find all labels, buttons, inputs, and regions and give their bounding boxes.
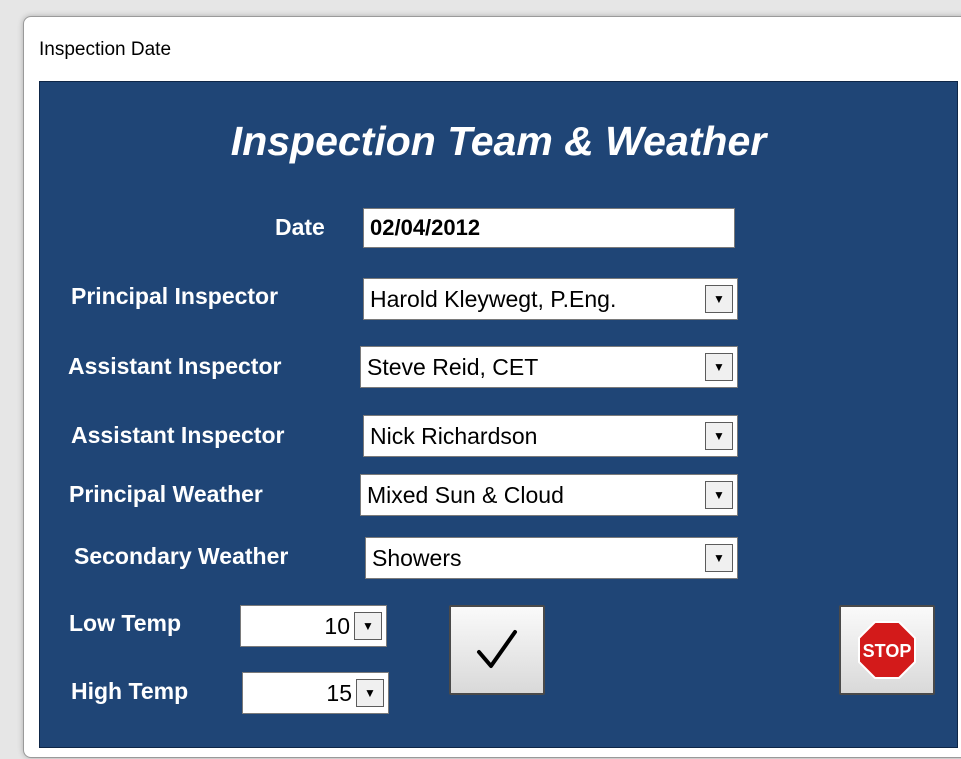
chevron-down-icon[interactable]: ▼ [705,544,733,572]
date-label: Date [275,214,325,240]
checkmark-icon [477,630,517,668]
assistant-inspector-2-label: Assistant Inspector [71,422,285,448]
principal-weather-combo[interactable]: Mixed Sun & Cloud ▼ [360,474,738,516]
assistant-inspector-2-combo[interactable]: Nick Richardson ▼ [363,415,738,457]
stop-sign-text: STOP [863,641,912,661]
principal-inspector-label: Principal Inspector [71,283,279,309]
high-temp-label: High Temp [71,678,189,704]
principal-inspector-combo[interactable]: Harold Kleywegt, P.Eng. ▼ [363,278,738,320]
assistant-inspector-label: Assistant Inspector [68,353,282,379]
high-temp-combo[interactable]: 15 ▼ [242,672,389,714]
principal-inspector-value: Harold Kleywegt, P.Eng. [370,285,617,312]
dialog-window: Inspection Date Inspection Team & Weathe… [23,16,961,758]
chevron-down-icon[interactable]: ▼ [705,481,733,509]
window-title: Inspection Date [39,39,172,60]
low-temp-combo[interactable]: 10 ▼ [240,605,387,647]
chevron-down-icon[interactable]: ▼ [356,679,384,707]
form-panel: Inspection Team & Weather Date 02/04/201… [39,81,958,748]
confirm-button[interactable] [449,605,545,695]
stop-button[interactable]: STOP [839,605,935,695]
principal-weather-label: Principal Weather [69,481,263,507]
chevron-down-icon[interactable]: ▼ [705,422,733,450]
assistant-inspector-value: Steve Reid, CET [367,353,539,380]
assistant-inspector-2-value: Nick Richardson [370,422,538,449]
chevron-down-icon[interactable]: ▼ [705,285,733,313]
stop-sign-icon: STOP [858,621,916,679]
chevron-down-icon[interactable]: ▼ [705,353,733,381]
secondary-weather-value: Showers [372,544,462,571]
low-temp-value: 10 [324,612,350,639]
secondary-weather-label: Secondary Weather [74,543,289,569]
date-field[interactable]: 02/04/2012 [363,208,735,248]
form-heading: Inspection Team & Weather [230,118,767,164]
high-temp-value: 15 [326,679,352,706]
low-temp-label: Low Temp [69,610,182,636]
chevron-down-icon[interactable]: ▼ [354,612,382,640]
principal-weather-value: Mixed Sun & Cloud [367,481,564,508]
assistant-inspector-combo[interactable]: Steve Reid, CET ▼ [360,346,738,388]
secondary-weather-combo[interactable]: Showers ▼ [365,537,738,579]
